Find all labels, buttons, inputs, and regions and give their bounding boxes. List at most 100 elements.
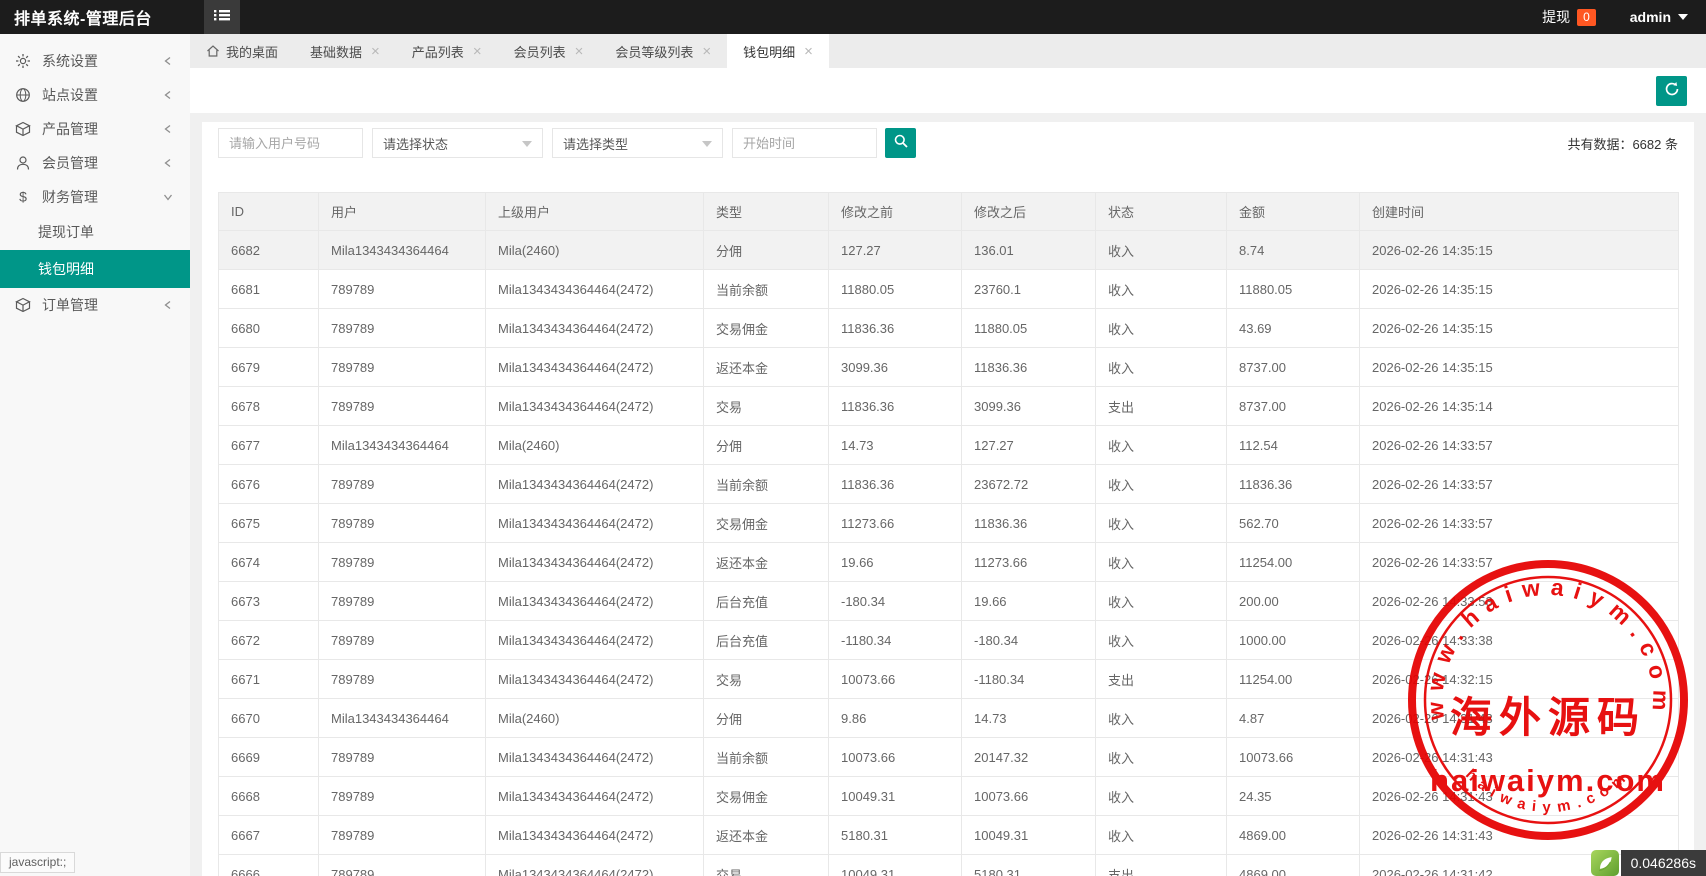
tab-基础数据[interactable]: 基础数据 × (294, 34, 396, 68)
table-cell: 1000.00 (1226, 620, 1360, 660)
table-cell: 2026-02-26 14:33:57 (1359, 425, 1679, 465)
table-cell: Mila(2460) (485, 425, 704, 465)
table-cell: 2026-02-26 14:35:15 (1359, 347, 1679, 387)
sidebar-item-会员管理[interactable]: 会员管理 (0, 146, 190, 180)
table-cell: 收入 (1095, 542, 1227, 582)
tab-会员等级列表[interactable]: 会员等级列表 × (599, 34, 727, 68)
table-cell: Mila1343434364464(2472) (485, 776, 704, 816)
column-header-上级用户: 上级用户 (485, 192, 704, 231)
sidebar-toggle-button[interactable] (204, 0, 240, 34)
search-button[interactable] (885, 128, 916, 158)
withdraw-count-badge: 0 (1577, 8, 1596, 26)
table-cell: Mila1343434364464(2472) (485, 620, 704, 660)
close-icon[interactable]: × (702, 44, 711, 59)
table-cell: 562.70 (1226, 503, 1360, 543)
sidebar-item-系统设置[interactable]: 系统设置 (0, 44, 190, 78)
table-header-row: ID 用户 上级用户 类型 修改之前 修改之后 状态 金额 创建时间 (218, 192, 1679, 231)
table-cell: 当前余额 (703, 269, 829, 309)
table-cell: 返还本金 (703, 347, 829, 387)
table-cell: 交易佣金 (703, 503, 829, 543)
tab-会员列表[interactable]: 会员列表 × (498, 34, 600, 68)
start-time-input[interactable] (732, 128, 877, 158)
table-cell: -180.34 (961, 620, 1096, 660)
sidebar-item-站点设置[interactable]: 站点设置 (0, 78, 190, 112)
page-toolbar (190, 68, 1706, 113)
table-cell: 分佣 (703, 698, 829, 738)
table-cell: 2026-02-26 14:31:43 (1359, 737, 1679, 777)
table-cell: 收入 (1095, 230, 1227, 270)
table-cell: 交易佣金 (703, 776, 829, 816)
table-cell: 收入 (1095, 347, 1227, 387)
column-header-修改之前: 修改之前 (828, 192, 962, 231)
column-header-状态: 状态 (1095, 192, 1227, 231)
withdraw-link[interactable]: 提现 0 (1542, 7, 1596, 27)
chevron-left-icon (161, 156, 175, 170)
table-row: 6674 789789 Mila1343434364464(2472) 返还本金 19.… (218, 542, 1679, 582)
tab-钱包明细[interactable]: 钱包明细 × (727, 34, 829, 68)
column-header-修改之后: 修改之后 (961, 192, 1096, 231)
tab-label: 会员等级列表 (615, 44, 694, 60)
spacer (190, 113, 1706, 122)
svg-text:$: $ (19, 189, 27, 205)
type-select[interactable]: 请选择类型 (552, 128, 723, 158)
table-cell: 789789 (318, 815, 486, 855)
column-header-用户: 用户 (318, 192, 486, 231)
table-cell: 789789 (318, 620, 486, 660)
table-cell: 136.01 (961, 230, 1096, 270)
member-icon (15, 155, 31, 171)
table-cell: 4869.00 (1226, 815, 1360, 855)
table-cell: 2026-02-26 14:31:43 (1359, 776, 1679, 816)
table-cell: 19.66 (961, 581, 1096, 621)
sidebar-item-订单管理[interactable]: 订单管理 (0, 288, 190, 322)
table-cell: 10049.31 (828, 854, 962, 876)
finance-icon: $ (15, 189, 31, 205)
refresh-button[interactable] (1656, 76, 1687, 106)
content-panel: 请选择状态 请选择类型 共有数据：6682 条 ID用户上级用户类型修改 (202, 122, 1694, 876)
table-cell: Mila1343434364464(2472) (485, 659, 704, 699)
status-select[interactable]: 请选择状态 (372, 128, 543, 158)
close-icon[interactable]: × (804, 44, 813, 59)
table-row: 6682 Mila1343434364464 Mila(2460) 分佣 127.27 1… (218, 230, 1679, 270)
table-cell: 6670 (218, 698, 319, 738)
sidebar-item-财务管理[interactable]: $ 财务管理 (0, 180, 190, 214)
total-count-text: 共有数据：6682 条 (1567, 136, 1678, 152)
table-cell: 11836.36 (1226, 464, 1360, 504)
table-cell: 2026-02-26 14:33:53 (1359, 581, 1679, 621)
table-cell: 2026-02-26 14:35:15 (1359, 230, 1679, 270)
user-number-input[interactable] (218, 128, 363, 158)
refresh-icon (1664, 81, 1680, 102)
table-cell: 6667 (218, 815, 319, 855)
table-cell: 收入 (1095, 308, 1227, 348)
hamburger-icon (213, 7, 231, 28)
sidebar-item-label: 站点设置 (42, 87, 98, 103)
table-cell: 789789 (318, 659, 486, 699)
table-cell: 20147.32 (961, 737, 1096, 777)
table-cell: 后台充值 (703, 581, 829, 621)
table-cell: 789789 (318, 503, 486, 543)
tab-我的桌面[interactable]: 我的桌面 (190, 34, 294, 68)
table-cell: 10049.31 (828, 776, 962, 816)
table-cell: Mila(2460) (485, 230, 704, 270)
product-icon (15, 121, 31, 137)
tab-产品列表[interactable]: 产品列表 × (396, 34, 498, 68)
user-menu[interactable]: admin (1630, 9, 1688, 25)
table-cell: 6671 (218, 659, 319, 699)
table-cell: 11254.00 (1226, 659, 1360, 699)
table-cell: 交易 (703, 386, 829, 426)
table-cell: 789789 (318, 464, 486, 504)
table-cell: 交易 (703, 659, 829, 699)
table-cell: 2026-02-26 14:32:15 (1359, 659, 1679, 699)
close-icon[interactable]: × (575, 44, 584, 59)
table-cell: 6682 (218, 230, 319, 270)
app-title: 排单系统-管理后台 (14, 11, 152, 28)
table-cell: -1180.34 (961, 659, 1096, 699)
close-icon[interactable]: × (371, 44, 380, 59)
sidebar-subitem-钱包明细[interactable]: 钱包明细 (0, 250, 190, 288)
close-icon[interactable]: × (473, 44, 482, 59)
table-cell: 789789 (318, 581, 486, 621)
table-row: 6667 789789 Mila1343434364464(2472) 返还本金 518… (218, 815, 1679, 855)
sidebar-subitem-提现订单[interactable]: 提现订单 (0, 214, 190, 250)
table-cell: 789789 (318, 542, 486, 582)
sidebar-item-产品管理[interactable]: 产品管理 (0, 112, 190, 146)
table-cell: 112.54 (1226, 425, 1360, 465)
